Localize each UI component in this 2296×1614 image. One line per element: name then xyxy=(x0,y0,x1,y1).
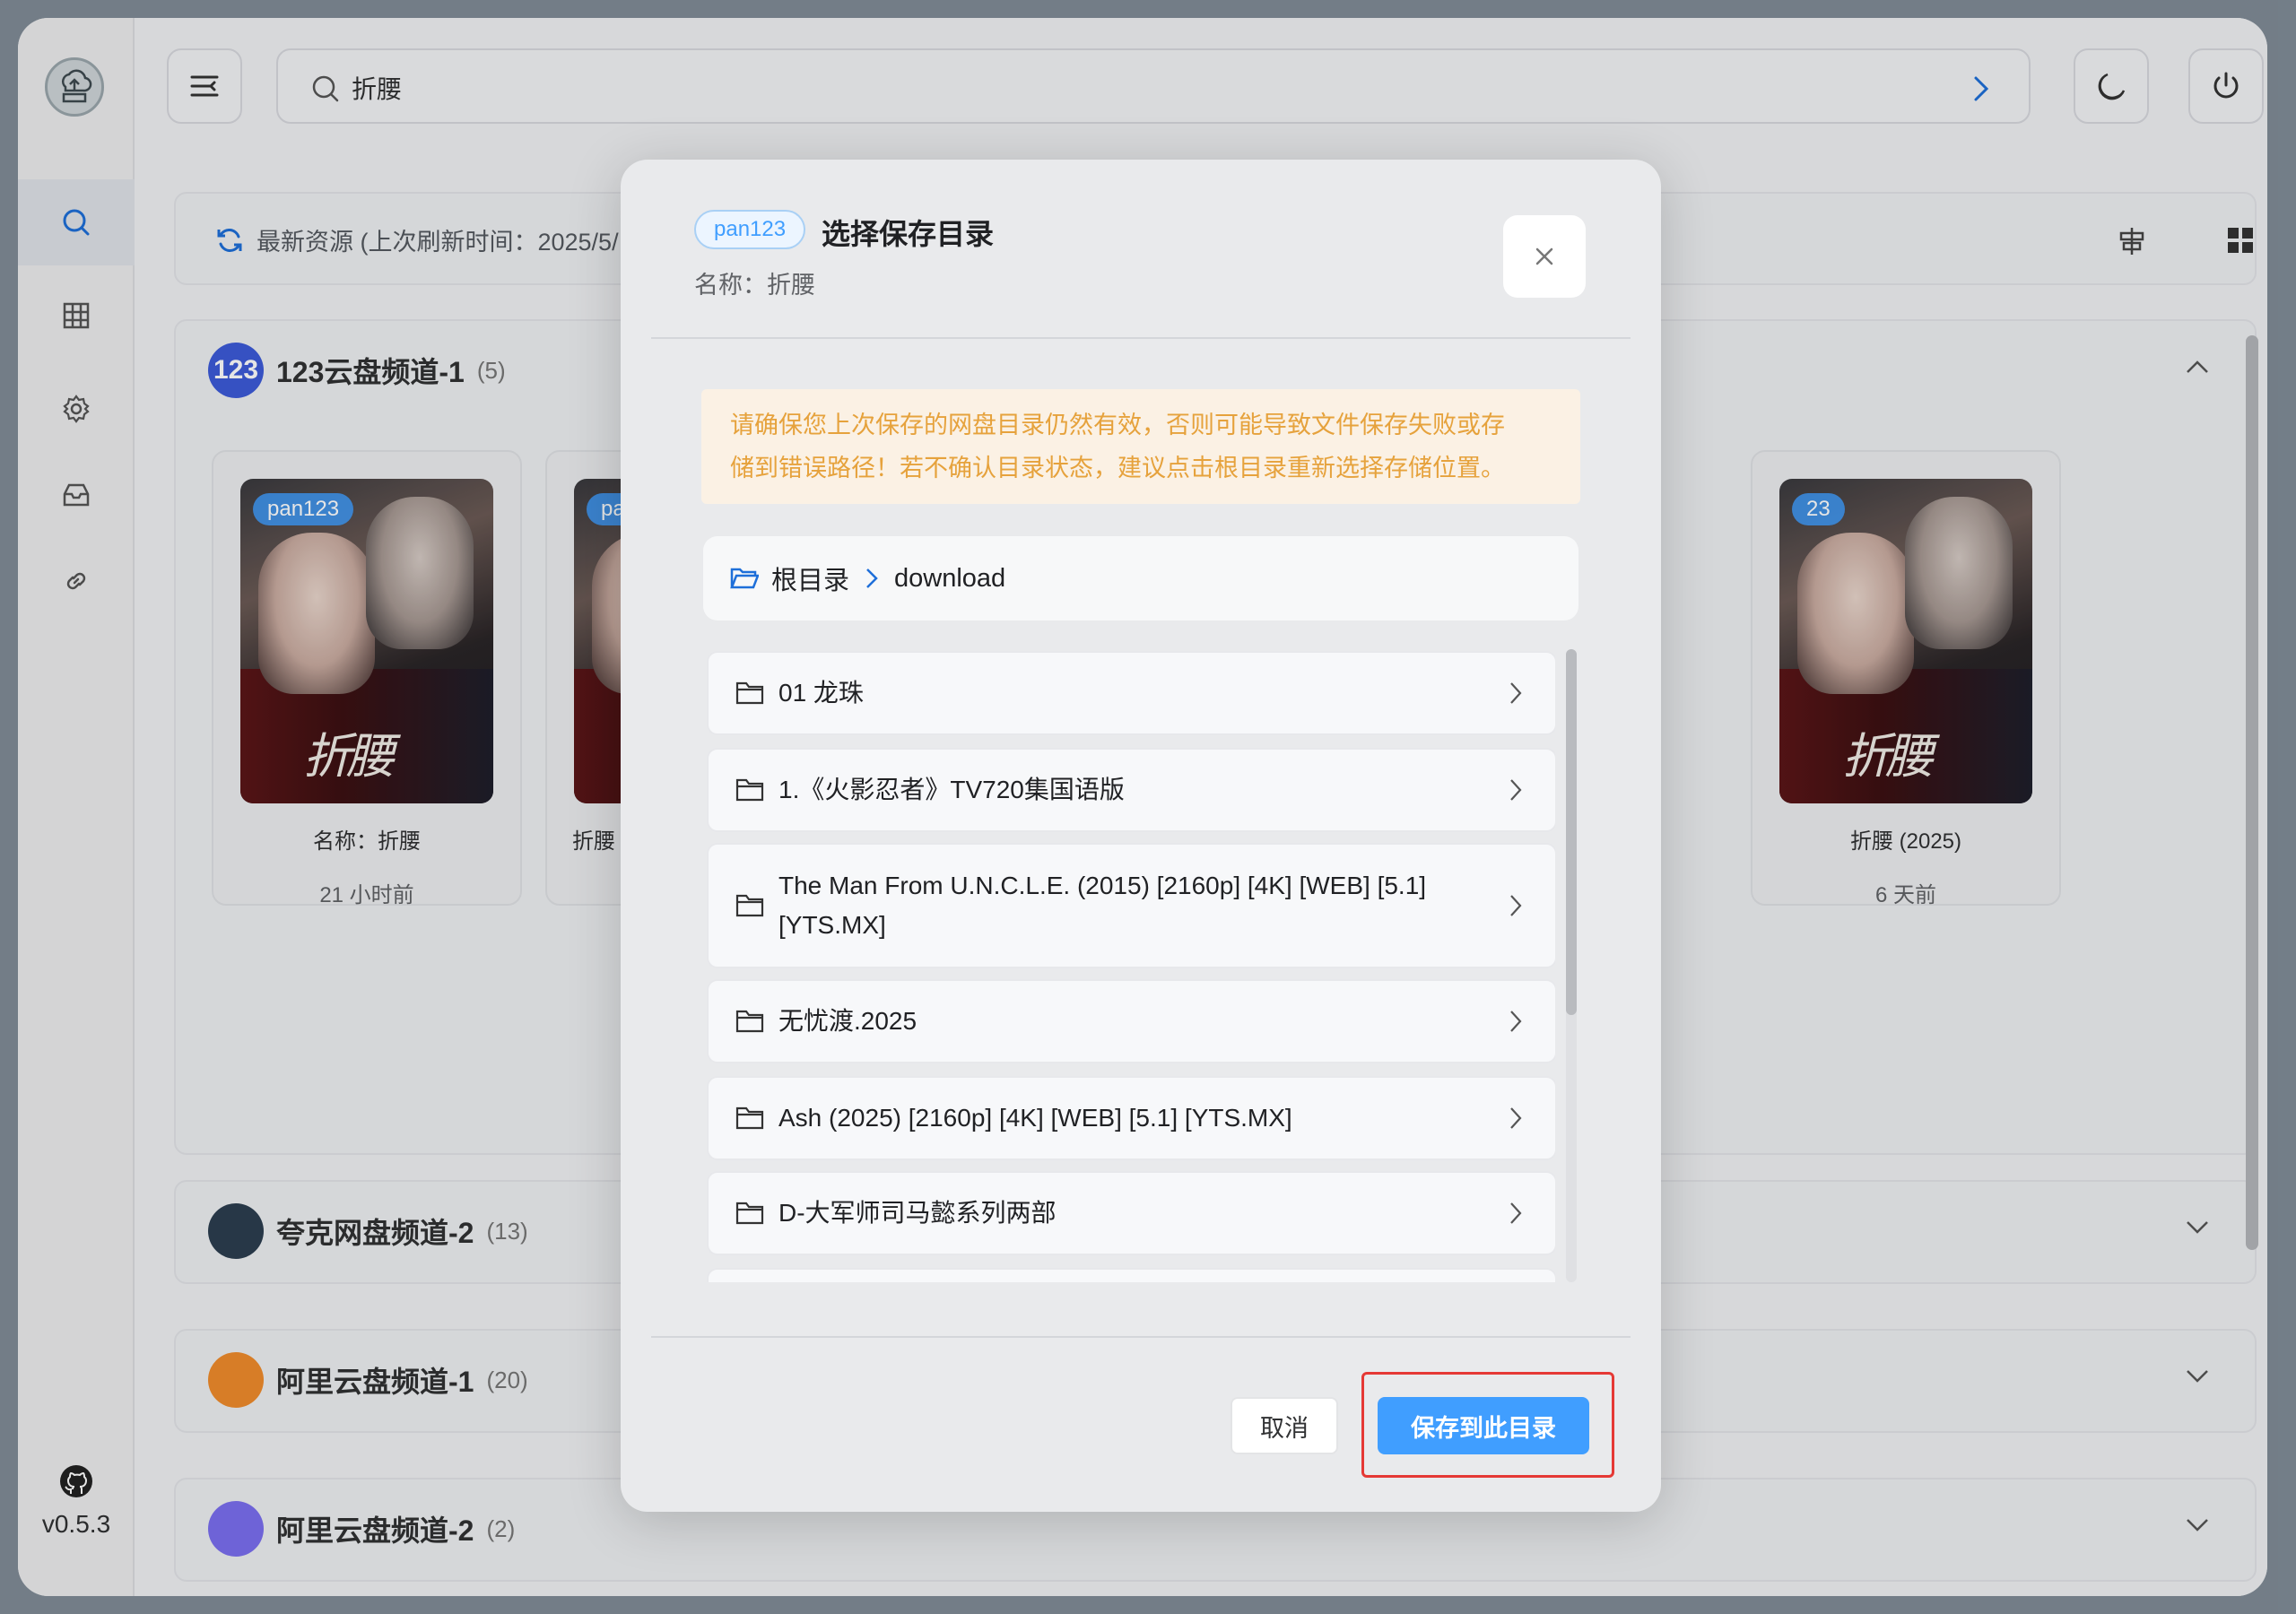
folder-row[interactable]: 01 龙珠 xyxy=(707,651,1555,735)
folder-icon xyxy=(735,1202,764,1225)
folder-name: 01 龙珠 xyxy=(778,679,864,707)
folder-icon xyxy=(735,1106,764,1130)
folder-name: Ash (2025) [2160p] [4K] [WEB] [5.1] [YTS… xyxy=(778,1104,1292,1132)
chevron-right-icon xyxy=(866,568,878,588)
warning-text-line1: 请确保您上次保存的网盘目录仍然有效，否则可能导致文件保存失败或存 xyxy=(730,412,1505,438)
divider xyxy=(651,337,1631,339)
folder-row[interactable]: Ash (2025) [2160p] [4K] [WEB] [5.1] [YTS… xyxy=(707,1076,1555,1160)
scrollbar-thumb[interactable] xyxy=(1566,649,1577,1015)
resource-name: 名称：折腰 xyxy=(694,272,815,299)
folder-name: 1.《火影忍者》TV720集国语版 xyxy=(778,776,1125,803)
folder-name: The Man From U.N.C.L.E. (2015) [2160p] [… xyxy=(778,872,1427,939)
folder-icon xyxy=(735,681,764,705)
folder-list-scrollbar[interactable] xyxy=(1566,649,1577,1282)
folder-list[interactable]: 01 龙珠 1.《火影忍者》TV720集国语版 The Man From U.N… xyxy=(707,651,1555,1282)
folder-row[interactable] xyxy=(707,1268,1555,1282)
breadcrumb-current[interactable]: download xyxy=(894,564,1005,594)
dialog-title: 选择保存目录 xyxy=(822,218,995,250)
folder-icon xyxy=(735,1010,764,1033)
cancel-button[interactable]: 取消 xyxy=(1231,1397,1338,1454)
chevron-right-icon xyxy=(1510,1107,1522,1129)
breadcrumb-root[interactable]: 根目录 xyxy=(771,560,849,597)
chevron-right-icon xyxy=(1510,1202,1522,1224)
breadcrumb: 根目录 download xyxy=(703,536,1578,620)
folder-row[interactable]: 无忧渡.2025 xyxy=(707,979,1555,1063)
close-button[interactable] xyxy=(1503,215,1586,298)
folder-row[interactable]: D-大军师司马懿系列两部 xyxy=(707,1171,1555,1255)
folder-row[interactable]: 1.《火影忍者》TV720集国语版 xyxy=(707,748,1555,832)
folder-open-icon xyxy=(730,568,759,589)
warning-text-line2: 储到错误路径！若不确认目录状态，建议点击根目录重新选择存储位置。 xyxy=(730,455,1505,482)
close-icon xyxy=(1535,247,1553,265)
chevron-right-icon xyxy=(1510,895,1522,916)
divider xyxy=(651,1336,1631,1338)
folder-icon xyxy=(735,894,764,917)
warning-alert: 请确保您上次保存的网盘目录仍然有效，否则可能导致文件保存失败或存 储到错误路径！… xyxy=(701,389,1580,504)
chevron-right-icon xyxy=(1510,779,1522,801)
folder-icon xyxy=(735,778,764,802)
folder-name: 无忧渡.2025 xyxy=(778,1007,918,1035)
cloud-type-tag: pan123 xyxy=(694,210,806,249)
folder-row[interactable]: The Man From U.N.C.L.E. (2015) [2160p] [… xyxy=(707,843,1555,968)
select-directory-dialog: pan123 选择保存目录 名称：折腰 请确保您上次保存的网盘目录仍然有效，否则… xyxy=(621,160,1661,1512)
chevron-right-icon xyxy=(1510,1011,1522,1032)
folder-name: D-大军师司马懿系列两部 xyxy=(778,1199,1057,1227)
chevron-right-icon xyxy=(1510,682,1522,704)
save-to-directory-button[interactable]: 保存到此目录 xyxy=(1378,1397,1589,1454)
